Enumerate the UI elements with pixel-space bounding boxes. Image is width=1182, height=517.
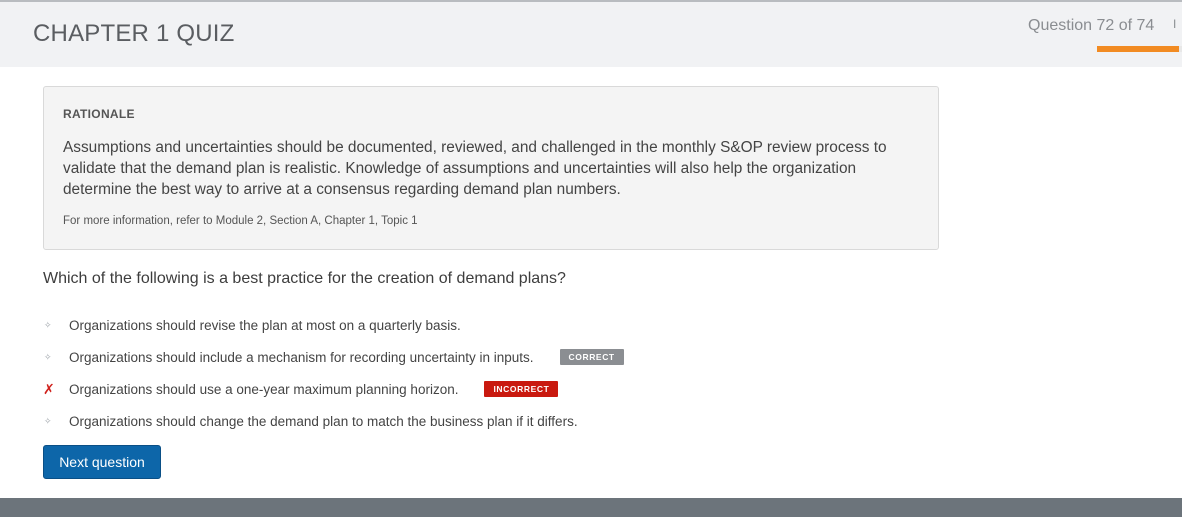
correct-badge: CORRECT — [559, 349, 624, 365]
rationale-heading: RATIONALE — [63, 107, 135, 121]
answer-option[interactable]: ✧ Organizations should change the demand… — [43, 405, 943, 437]
answer-option-text: Organizations should revise the plan at … — [69, 317, 461, 333]
truncated-progress-text: I — [1173, 17, 1177, 31]
progress-bar-fill — [1097, 46, 1180, 52]
footer-bar — [0, 498, 1182, 517]
answer-option[interactable]: ✗ Organizations should use a one-year ma… — [43, 373, 943, 405]
diamond-bullet-icon: ✧ — [44, 319, 52, 330]
question-text: Which of the following is a best practic… — [43, 270, 566, 287]
answer-option-text: Organizations should use a one-year maxi… — [69, 381, 459, 397]
wrong-x-icon: ✗ — [43, 380, 55, 397]
rationale-reference: For more information, refer to Module 2,… — [63, 215, 418, 227]
answer-option-text: Organizations should change the demand p… — [69, 413, 578, 429]
answer-option[interactable]: ✧ Organizations should revise the plan a… — [43, 309, 943, 341]
answer-option[interactable]: ✧ Organizations should include a mechani… — [43, 341, 943, 373]
rationale-panel: RATIONALE Assumptions and uncertainties … — [43, 86, 939, 250]
answer-options: ✧ Organizations should revise the plan a… — [43, 309, 943, 437]
question-progress-label: Question 72 of 74 — [1028, 17, 1155, 34]
quiz-header: CHAPTER 1 QUIZ Question 72 of 74 I — [0, 2, 1182, 67]
quiz-title: CHAPTER 1 QUIZ — [33, 20, 235, 47]
incorrect-badge: INCORRECT — [484, 381, 559, 397]
diamond-bullet-icon: ✧ — [44, 415, 52, 426]
next-question-button[interactable]: Next question — [43, 445, 161, 479]
rationale-body: Assumptions and uncertainties should be … — [63, 139, 887, 198]
answer-option-text: Organizations should include a mechanism… — [69, 349, 534, 365]
progress-bar — [1097, 46, 1182, 52]
diamond-bullet-icon: ✧ — [44, 351, 52, 362]
